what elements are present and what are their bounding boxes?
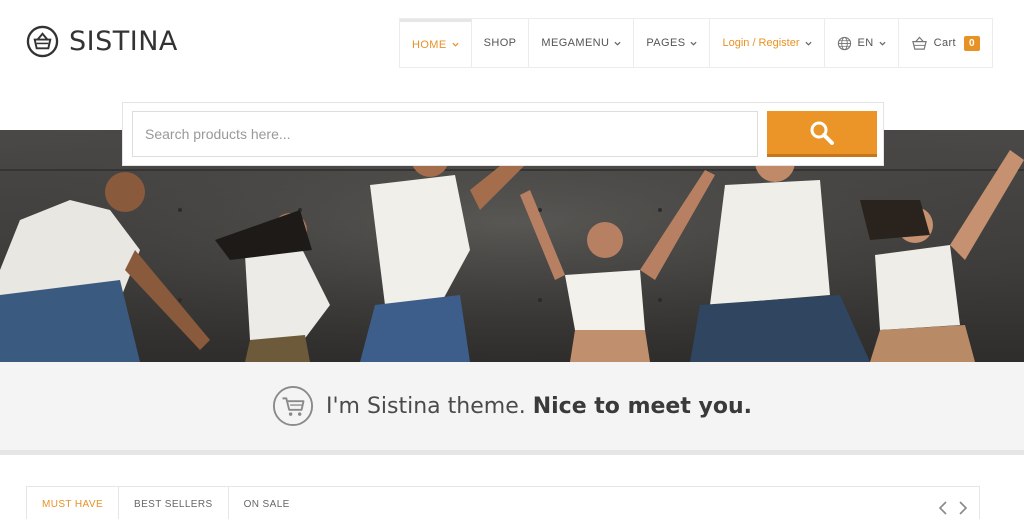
nav-item-pages[interactable]: PAGES <box>634 19 711 67</box>
welcome-text-bold: Nice to meet you. <box>532 393 752 419</box>
chevron-down-icon <box>614 41 621 46</box>
nav-item-label: SHOP <box>483 37 517 49</box>
welcome-band: I'm Sistina theme. Nice to meet you. <box>0 362 1024 455</box>
chevron-down-icon <box>879 41 886 46</box>
chevron-right-icon[interactable] <box>957 501 969 515</box>
chevron-down-icon <box>690 41 698 46</box>
brand-name: SISTINA <box>69 26 178 57</box>
page: SISTINA HOME SHOP MEGAMENU PAGES Login /… <box>0 0 1024 519</box>
tab-must-have[interactable]: MUST HAVE <box>27 487 120 519</box>
login-register-label: Login / Register <box>722 37 800 49</box>
search-icon <box>810 121 834 145</box>
welcome-text-light: I'm Sistina theme. <box>326 393 526 419</box>
search-input[interactable] <box>132 111 758 157</box>
cart-button[interactable]: Cart 0 <box>899 19 992 67</box>
carousel-arrows <box>937 501 969 515</box>
cart-circle-icon <box>272 385 314 427</box>
search-button[interactable] <box>767 111 877 157</box>
search-bar <box>122 102 884 166</box>
chevron-down-icon <box>804 41 812 46</box>
nav-item-label: HOME <box>412 38 447 51</box>
chevron-left-icon[interactable] <box>937 501 949 515</box>
welcome-message: I'm Sistina theme. Nice to meet you. <box>326 394 752 419</box>
nav-item-shop[interactable]: SHOP <box>472 19 530 67</box>
nav-item-label: PAGES <box>646 37 686 49</box>
tab-on-sale[interactable]: ON SALE <box>229 487 305 519</box>
language-selector[interactable]: EN <box>825 19 899 67</box>
nav-item-home[interactable]: HOME <box>400 19 472 67</box>
login-register-link[interactable]: Login / Register <box>710 19 825 67</box>
basket-circle-icon <box>26 25 59 58</box>
tab-best-sellers[interactable]: BEST SELLERS <box>119 487 229 519</box>
cart-count-badge: 0 <box>964 35 980 51</box>
tab-list: MUST HAVE BEST SELLERS ON SALE <box>27 487 979 519</box>
product-tabs: MUST HAVE BEST SELLERS ON SALE <box>26 486 980 519</box>
cart-label: Cart <box>933 37 956 49</box>
language-label: EN <box>857 37 874 49</box>
main-nav: HOME SHOP MEGAMENU PAGES Login / Registe… <box>399 18 993 68</box>
globe-icon <box>837 36 851 50</box>
basket-icon <box>911 35 927 50</box>
nav-item-label: MEGAMENU <box>541 37 610 49</box>
logo[interactable]: SISTINA <box>26 25 178 58</box>
nav-item-megamenu[interactable]: MEGAMENU <box>529 19 635 67</box>
chevron-down-icon <box>452 42 459 47</box>
